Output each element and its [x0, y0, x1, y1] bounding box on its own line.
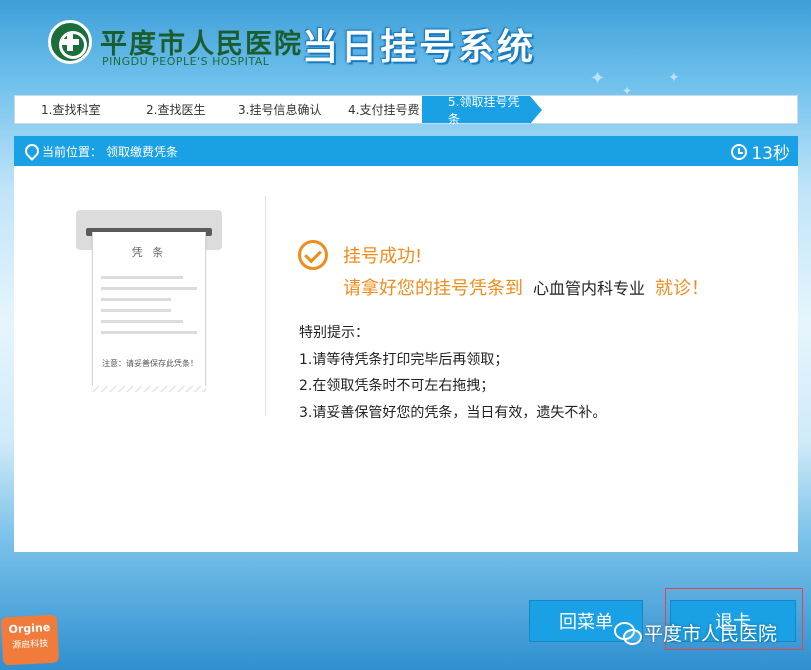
location-value: 领取缴费凭条 — [106, 144, 179, 159]
receipt-torn-edge — [92, 386, 206, 392]
tip-item: 3.请妥善保管好您的凭条，当日有效，遗失不补。 — [299, 404, 607, 421]
countdown-value: 13秒 — [751, 144, 790, 164]
countdown-timer: 13秒 — [731, 139, 790, 164]
system-title: 当日挂号系统 — [302, 27, 537, 68]
watermark-text: 平度市人民医院 — [644, 623, 778, 645]
step-pay-fee: 4.支付挂号费 — [348, 103, 420, 117]
receipt-title: 凭 条 — [131, 246, 167, 259]
success-message: 挂号成功! — [343, 246, 423, 267]
special-tips: 特别提示： 1.请等待凭条打印完毕后再领取； 2.在领取凭条时不可左右拖拽； 3… — [299, 320, 606, 426]
hospital-name-en: PINGDU PEOPLE'S HOSPITAL — [102, 55, 270, 68]
badge-cn: 源启科技 — [12, 639, 49, 651]
progress-steps: 1.查找科室 2.查找医生 3.挂号信息确认 4.支付挂号费 5.领取挂号凭条 — [14, 95, 798, 126]
tip-item: 1.请等待凭条打印完毕后再领取； — [299, 351, 509, 368]
receipt-illustration: 凭 条 注意：请妥善保存此凭条！ — [92, 232, 206, 388]
location-pin-icon — [24, 144, 36, 158]
step-find-doctor: 2.查找医生 — [146, 103, 206, 117]
receipt-lines — [101, 276, 205, 334]
sparkle-icon: ✦ — [668, 70, 680, 86]
department-name: 心血管内科专业 — [533, 279, 646, 298]
sparkle-icon: ✦ — [590, 68, 606, 89]
step-confirm-info: 3.挂号信息确认 — [238, 103, 322, 117]
alarm-clock-icon — [731, 143, 748, 160]
wechat-icon — [614, 621, 642, 645]
instruction-line: 请拿好您的挂号凭条到 心血管内科专业 就诊！ — [343, 274, 709, 300]
receipt-note: 注意：请妥善保存此凭条！ — [102, 359, 198, 368]
vendor-badge: Orgine 源启科技 — [0, 614, 60, 666]
main-panel: 当前位置： 领取缴费凭条 13秒 凭 条 注意：请妥善保存此凭条！ 挂号成功! … — [14, 136, 798, 552]
instruction-suffix: 就诊！ — [655, 278, 710, 299]
step-get-receipt: 5.领取挂号凭条 — [422, 95, 542, 126]
location-label: 当前位置： — [42, 144, 103, 159]
tip-item: 2.在领取凭条时不可左右拖拽； — [299, 378, 495, 394]
divider — [265, 196, 266, 416]
tips-title: 特别提示： — [299, 325, 369, 341]
location-bar: 当前位置： 领取缴费凭条 13秒 — [14, 136, 798, 166]
instruction-prefix: 请拿好您的挂号凭条到 — [343, 278, 523, 299]
badge-en: Orgine — [8, 620, 51, 637]
hospital-logo — [48, 20, 92, 64]
step-find-department: 1.查找科室 — [41, 103, 101, 117]
check-circle-icon — [298, 240, 328, 270]
wechat-watermark: 平度市人民医院 — [614, 619, 777, 646]
